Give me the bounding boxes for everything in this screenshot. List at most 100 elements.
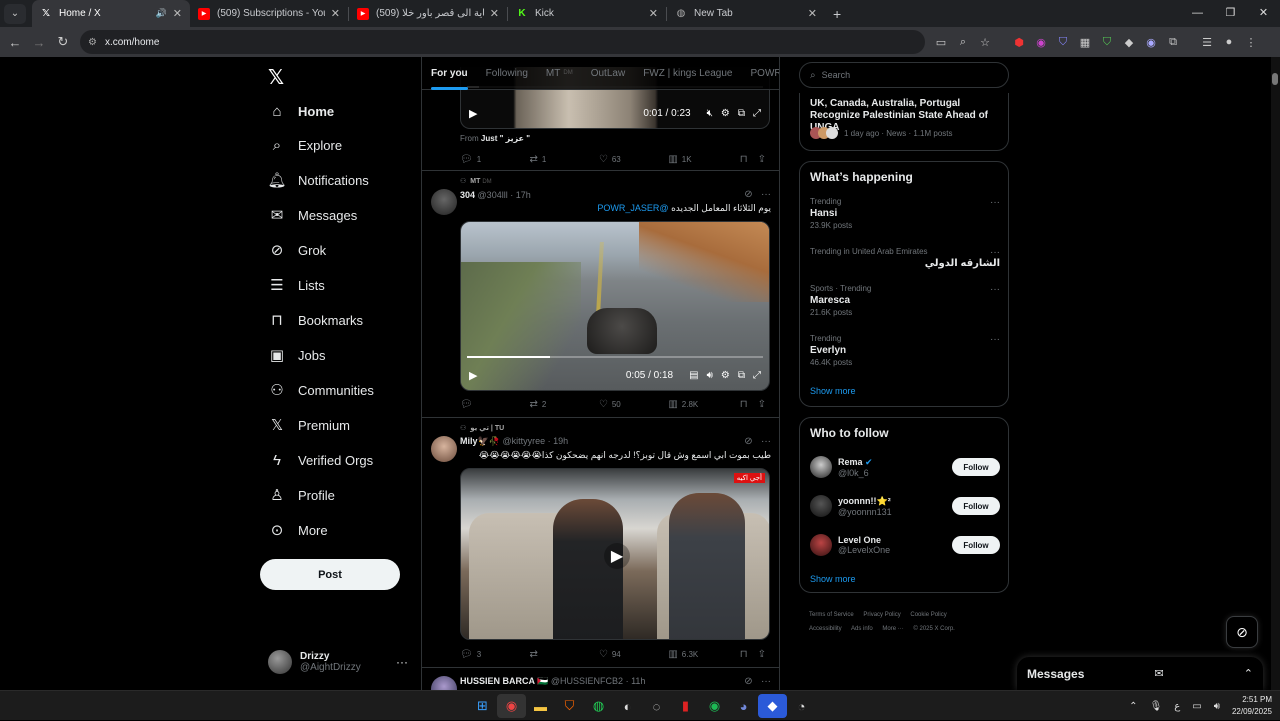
more-dots-icon[interactable]: ···	[990, 284, 1000, 295]
tweet-time[interactable]: 11h	[631, 676, 645, 686]
trend-item[interactable]: Trending Hansi 23.9K posts ···	[810, 197, 1000, 230]
close-window-icon[interactable]: ✕	[1247, 0, 1280, 27]
browser-tab-youtube-2[interactable]: ▶ (509) من الغاية الى قصر باور خلا ✕	[349, 0, 507, 27]
messages-drawer[interactable]: Messages ✉ ⌃	[1017, 657, 1263, 690]
close-tab-icon[interactable]: ✕	[808, 7, 817, 20]
mute-icon[interactable]: 🔇︎	[707, 108, 713, 119]
post-button[interactable]: Post	[260, 559, 400, 590]
forward-arrow-icon[interactable]: →	[27, 35, 51, 50]
volume-icon[interactable]: 🔊︎	[1214, 701, 1220, 712]
whatsapp-icon[interactable]: ◍	[584, 694, 613, 718]
pip-icon[interactable]: ⧉	[738, 108, 745, 119]
video-player[interactable]: ▶ 0:05 / 0:18 ▤ 🔊︎ ⚙ ⧉ ⤢	[460, 221, 770, 391]
extension-shield-red-icon[interactable]: ⬢	[1008, 31, 1030, 53]
bookmark-button[interactable]: ⊓	[740, 399, 758, 410]
app-icon[interactable]: ◔	[787, 694, 816, 718]
account-switcher[interactable]: Drizzy @AightDrizzy ···	[268, 647, 408, 677]
more-dots-icon[interactable]: ···	[761, 676, 771, 687]
views-button[interactable]: ▥ 6.3K	[668, 649, 739, 660]
nav-messages[interactable]: ✉ Messages	[268, 200, 358, 230]
settings-gear-icon[interactable]: ⚙	[721, 370, 730, 381]
bookmark-button[interactable]: ⊓	[740, 649, 758, 660]
browser-tab-x[interactable]: 𝕏 Home / X 🔊 ✕	[32, 0, 190, 27]
pip-icon[interactable]: ⧉	[738, 370, 745, 381]
bookmark-star-icon[interactable]: ☆	[974, 31, 996, 53]
mention-link[interactable]: @POWR_JASER	[597, 203, 668, 213]
chevron-up-icon[interactable]: ⌃	[1244, 667, 1253, 680]
follow-suggestion[interactable]: Rema ✔ @l0k_6 Follow	[810, 453, 1000, 481]
windows-start-icon[interactable]: ⊞	[468, 694, 497, 718]
share-button[interactable]: ⇪	[758, 399, 770, 410]
browser-tab-new[interactable]: ◍ New Tab ✕	[667, 0, 825, 27]
grok-icon[interactable]: ⊘	[744, 189, 752, 200]
extension-eye-icon[interactable]: ◉	[1140, 31, 1162, 53]
extension-shield-blue-icon[interactable]: ⛉	[1052, 31, 1074, 53]
address-bar[interactable]: ⚙ x.com/home	[80, 30, 925, 54]
more-dots-icon[interactable]: ···	[990, 334, 1000, 345]
new-tab-button[interactable]: +	[825, 0, 849, 27]
video-player[interactable]: أجي اكيه ▶	[460, 468, 770, 640]
close-tab-icon[interactable]: ✕	[649, 7, 658, 20]
nav-jobs[interactable]: ▣ Jobs	[268, 340, 326, 370]
avatar[interactable]	[431, 189, 457, 215]
fullscreen-icon[interactable]: ⤢	[753, 370, 761, 381]
extension-grid-icon[interactable]: ▦	[1074, 31, 1096, 53]
close-tab-icon[interactable]: ✕	[173, 7, 182, 20]
language-indicator[interactable]: ع	[1174, 701, 1180, 712]
reply-button[interactable]: 💬︎ 1	[460, 154, 529, 165]
nav-communities[interactable]: ⚇ Communities	[268, 375, 374, 405]
tab-outlaw[interactable]: OutLaw	[582, 57, 634, 90]
trend-item[interactable]: Trending Everlyn 46.4K posts ···	[810, 334, 1000, 367]
like-button[interactable]: ♡ 50	[599, 399, 668, 410]
like-button[interactable]: ♡ 94	[599, 649, 668, 660]
discord-icon[interactable]: ◕	[729, 694, 758, 718]
author-handle[interactable]: @kittyyree	[502, 436, 545, 446]
follow-suggestion[interactable]: Level One @LevelxOne Follow	[810, 531, 1000, 559]
tab-following[interactable]: Following	[477, 57, 537, 90]
tab-fwz[interactable]: FWZ | kings League	[634, 57, 741, 90]
back-arrow-icon[interactable]: ←	[3, 35, 27, 50]
site-info-icon[interactable]: ⚙	[88, 37, 97, 48]
fullscreen-icon[interactable]: ⤢	[753, 108, 761, 119]
spotify-icon[interactable]: ◉	[700, 694, 729, 718]
tab-for-you[interactable]: For you	[422, 57, 477, 90]
nav-bookmarks[interactable]: ⊓ Bookmarks	[268, 305, 363, 335]
tab-powr[interactable]: POWR | ور	[742, 57, 780, 90]
brave-icon[interactable]: ⛉	[555, 694, 584, 718]
nav-verified-orgs[interactable]: ϟ Verified Orgs	[268, 445, 373, 475]
more-dots-icon[interactable]: ···	[761, 189, 771, 200]
trend-item[interactable]: Sports · Trending Maresca 21.6K posts ··…	[810, 284, 1000, 317]
avatar[interactable]	[431, 676, 457, 690]
bookmark-button[interactable]: ⊓	[740, 154, 758, 165]
trend-item[interactable]: Trending in United Arab Emirates الشارقه…	[810, 247, 1000, 269]
kebab-menu-icon[interactable]: ⋮	[1240, 31, 1262, 53]
network-icon[interactable]: ▭	[1192, 701, 1201, 712]
author-handle[interactable]: @HUSSIENFCB2	[551, 676, 623, 686]
reply-button[interactable]: 💬︎	[460, 399, 529, 410]
browser-tab-youtube[interactable]: ▶ (509) Subscriptions - YouTube ✕	[190, 0, 348, 27]
captions-icon[interactable]: ▤	[689, 370, 698, 381]
zoom-icon[interactable]: ⌕	[952, 31, 974, 53]
new-message-icon[interactable]: ✉	[1154, 667, 1163, 680]
share-button[interactable]: ⇪	[758, 154, 770, 165]
close-tab-icon[interactable]: ✕	[490, 7, 499, 20]
news-card[interactable]: UK, Canada, Australia, Portugal Recogniz…	[799, 93, 1009, 151]
nav-grok[interactable]: ⊘ Grok	[268, 235, 326, 265]
maximize-icon[interactable]: ❐	[1214, 0, 1247, 27]
nav-profile[interactable]: ♙ Profile	[268, 480, 335, 510]
repost-button[interactable]: ⇄ 2	[529, 399, 598, 410]
tweet-time[interactable]: 17h	[516, 190, 531, 200]
reply-button[interactable]: 💬︎ 3	[460, 649, 529, 660]
grok-icon[interactable]: ⊘	[744, 436, 752, 447]
views-button[interactable]: ▥ 1K	[668, 154, 739, 165]
author-name[interactable]: Mily	[460, 436, 478, 446]
more-dots-icon[interactable]: ···	[990, 197, 1000, 208]
more-dots-icon[interactable]: ···	[761, 436, 771, 447]
extension-shield-green-icon[interactable]: ⛉	[1096, 31, 1118, 53]
app-icon[interactable]: ◐	[613, 694, 642, 718]
follow-button[interactable]: Follow	[952, 536, 1000, 554]
chrome-icon[interactable]: ◉	[497, 694, 526, 718]
nav-more[interactable]: ⊙ More	[268, 515, 328, 545]
profile-avatar-icon[interactable]: ●	[1218, 31, 1240, 53]
repost-button[interactable]: ⇄	[529, 649, 598, 660]
